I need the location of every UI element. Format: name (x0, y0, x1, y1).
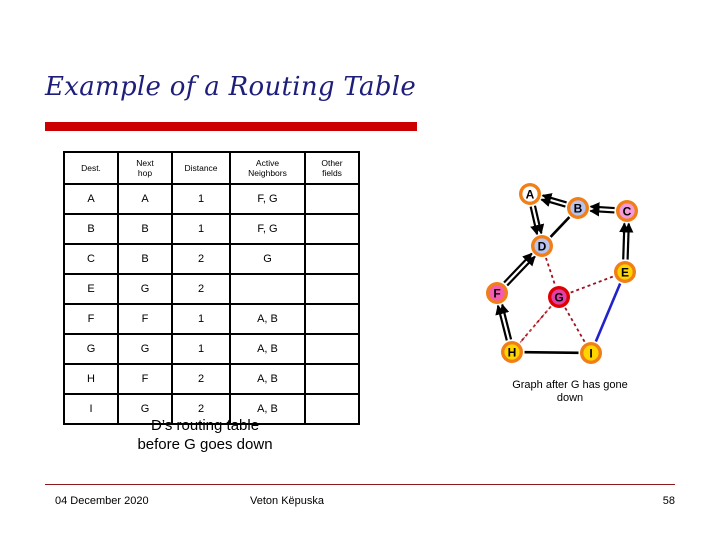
footer-date: 04 December 2020 (55, 495, 149, 507)
caption-line-1: Graph after G has gone (512, 379, 628, 391)
edge-H-I (524, 350, 579, 355)
table-row: A A 1 F, G (63, 183, 360, 215)
edge-I-E (594, 283, 622, 342)
cell-dest: C (63, 243, 119, 275)
caption-line-2: before G goes down (137, 436, 273, 453)
cell-next-hop: G (117, 273, 173, 305)
cell-other-fields (304, 183, 360, 215)
edge-H-F (499, 303, 513, 340)
header-line: hop (137, 168, 153, 178)
node-label-F: F (493, 286, 500, 300)
network-graph-svg: A B C D E F G H I (486, 183, 638, 364)
header-line: fields (322, 168, 342, 178)
cell-other-fields (304, 243, 360, 275)
header-line: Distance (184, 163, 218, 173)
network-graph: A B C D E F G H I (465, 172, 665, 377)
footer-divider (45, 484, 675, 485)
node-label-E: E (621, 265, 629, 279)
caption-line-1: D’s routing table (150, 417, 260, 434)
node-label-B: B (574, 201, 583, 215)
cell-next-hop: B (117, 243, 173, 275)
header-line: Other (321, 158, 343, 168)
cell-other-fields (304, 303, 360, 335)
cell-other-fields (304, 213, 360, 245)
table-row: H F 2 A, B (63, 363, 360, 395)
title-underline-bar (45, 122, 417, 131)
cell-active-neighbors: A, B (229, 333, 306, 365)
cell-distance: 2 (171, 273, 231, 305)
edge-B-D (549, 216, 571, 238)
routing-table-container: Dest. Next hop Distance Active Neighbors (63, 151, 360, 425)
footer-page-number: 58 (662, 495, 675, 507)
cell-active-neighbors: F, G (229, 183, 306, 215)
edge-C-B (589, 202, 615, 213)
cell-distance: 1 (171, 213, 231, 245)
cell-other-fields (304, 333, 360, 365)
table-row: F F 1 A, B (63, 303, 360, 335)
cell-active-neighbors: A, B (229, 363, 306, 395)
node-label-A: A (526, 187, 535, 201)
cell-other-fields (304, 273, 360, 305)
node-label-I: I (589, 346, 592, 360)
cell-distance: 1 (171, 333, 231, 365)
cell-distance: 1 (171, 183, 231, 215)
column-header-distance: Distance (171, 151, 231, 185)
edge-C-B (589, 206, 615, 217)
cell-next-hop: B (117, 213, 173, 245)
table-row: B B 1 F, G (63, 213, 360, 245)
header-line: Next (136, 158, 154, 168)
node-label-G: G (554, 290, 563, 304)
table-row: EG2 (63, 273, 360, 305)
cell-dest: H (63, 363, 119, 395)
page-title: Example of a Routing Table (45, 72, 417, 102)
table-row: CB2G (63, 243, 360, 275)
cell-dest: A (63, 183, 119, 215)
node-label-C: C (623, 204, 632, 218)
header-line: Active (255, 158, 280, 168)
routing-table-body: A A 1 F, G B B 1 F, G C B 2 G E G 2 F F 1 A, B G G 1 A, B H F 2 A,… (63, 183, 360, 425)
column-header-dest: Dest. (63, 151, 119, 185)
routing-table: Dest. Next hop Distance Active Neighbors (63, 151, 360, 425)
edge-F-D (503, 252, 533, 284)
edge-F-D (506, 255, 536, 287)
cell-distance: 2 (171, 363, 231, 395)
cell-dest: B (63, 213, 119, 245)
caption-line-2: down (556, 392, 584, 404)
edge-H-G (519, 306, 552, 343)
edge-H-F (495, 304, 508, 341)
edge-G-E (570, 275, 614, 294)
edge-E-C (619, 222, 630, 260)
node-label-D: D (538, 239, 547, 253)
routing-table-caption: D’s routing table before G goes down (55, 416, 355, 454)
cell-dest: E (63, 273, 119, 305)
edge-D-G (545, 257, 556, 286)
table-header-row: Dest. Next hop Distance Active Neighbors (63, 151, 360, 185)
cell-next-hop: G (117, 333, 173, 365)
edge-G-I (564, 307, 586, 343)
network-graph-caption: Graph after G has gone down (440, 379, 700, 405)
footer-author: Veton Këpuska (250, 495, 325, 507)
cell-dest: G (63, 333, 119, 365)
node-label-H: H (508, 345, 517, 359)
cell-active-neighbors: F, G (229, 213, 306, 245)
cell-other-fields (304, 363, 360, 395)
edge-E-C (623, 222, 634, 260)
cell-active-neighbors: G (229, 243, 306, 275)
column-header-other-fields: Other fields (304, 151, 360, 185)
header-line: Neighbors (248, 168, 287, 178)
cell-next-hop: F (117, 303, 173, 335)
cell-distance: 1 (171, 303, 231, 335)
header-line: Dest. (81, 163, 101, 173)
cell-distance: 2 (171, 243, 231, 275)
cell-dest: F (63, 303, 119, 335)
column-header-next-hop: Next hop (117, 151, 173, 185)
cell-active-neighbors: A, B (229, 303, 306, 335)
column-header-active-neighbors: Active Neighbors (229, 151, 306, 185)
table-row: G G 1 A, B (63, 333, 360, 365)
cell-next-hop: A (117, 183, 173, 215)
slide-canvas: Example of a Routing Table Dest. Next ho… (0, 0, 720, 540)
cell-active-neighbors (229, 273, 306, 305)
cell-next-hop: F (117, 363, 173, 395)
